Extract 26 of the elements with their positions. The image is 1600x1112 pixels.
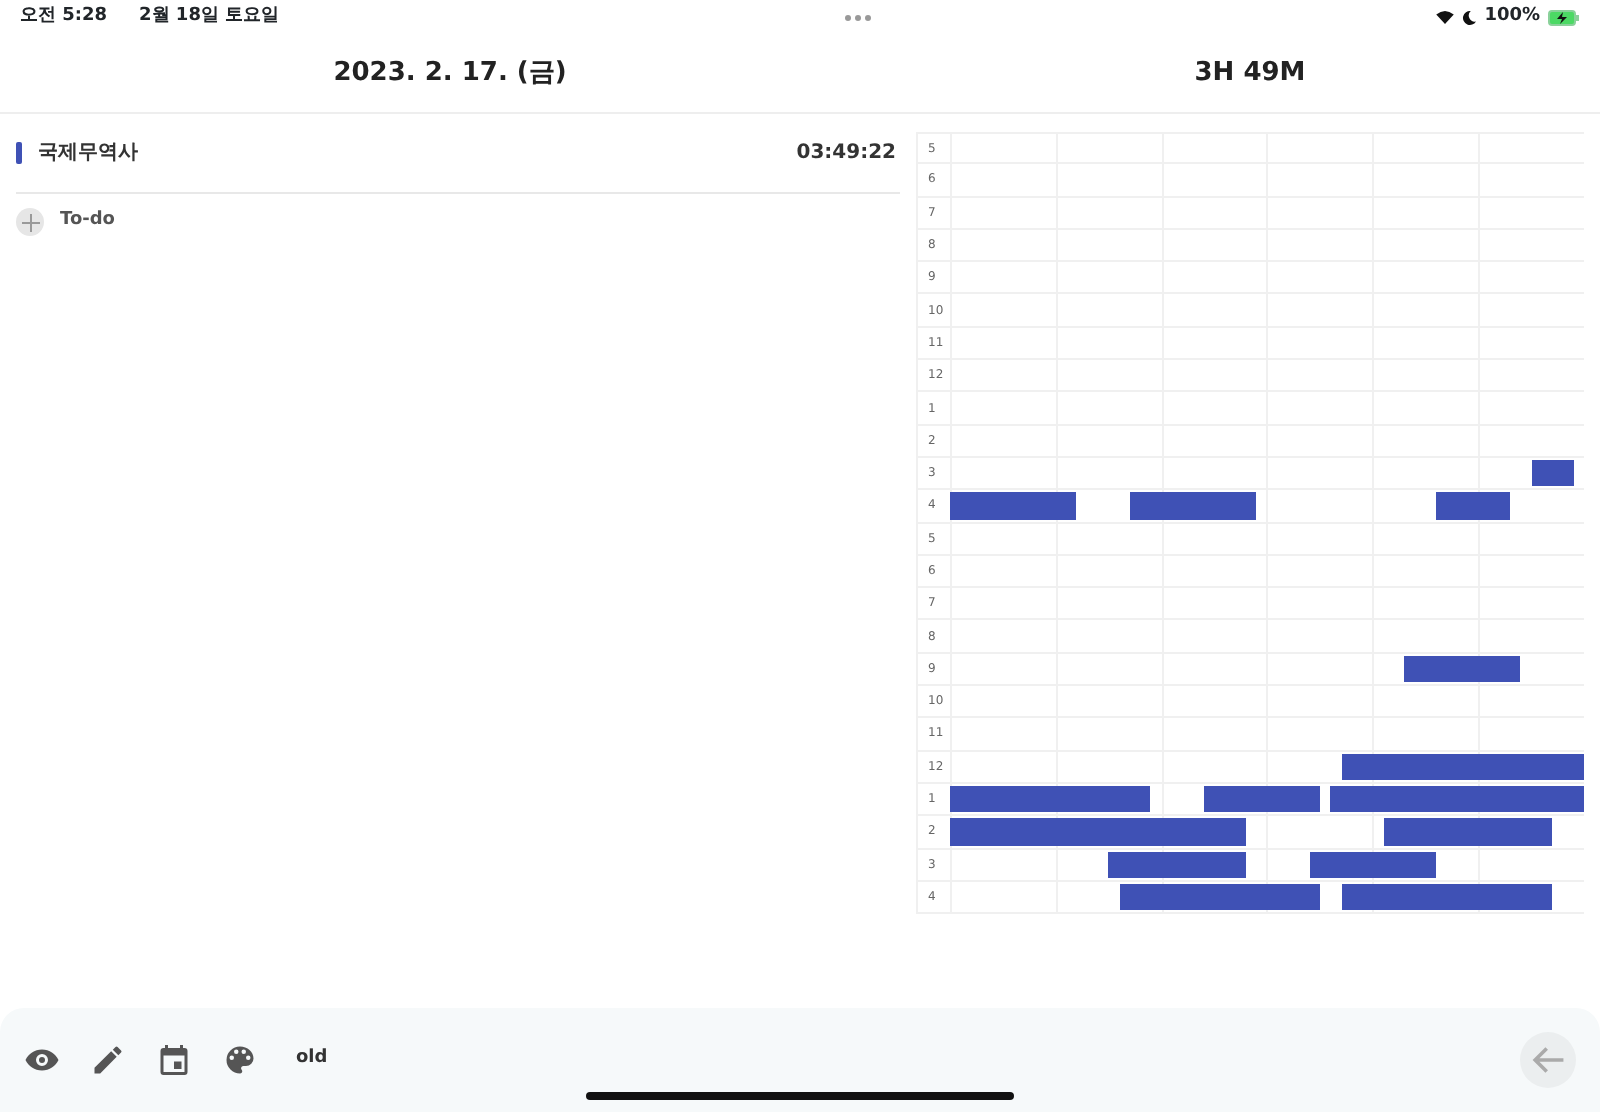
subject-row[interactable]: 국제무역사 03:49:22 [16,114,900,194]
multitask-dots-icon[interactable] [843,13,872,21]
wifi-icon [1436,10,1455,24]
study-block [1531,459,1574,487]
add-todo-link[interactable]: To-do [60,208,115,236]
add-icon[interactable] [16,208,44,236]
pencil-icon[interactable] [90,1042,126,1078]
study-block [1203,785,1320,813]
old-label: old [296,1046,330,1073]
status-date: 2월 18일 토요일 [139,3,280,30]
total-time: 3H 49M [1192,55,1308,92]
battery-percent: 100% [1484,3,1540,30]
moon-icon [1462,9,1477,25]
study-block [1435,492,1510,520]
subject-time: 03:49:22 [796,140,896,168]
date-title: 2023. 2. 17. (금) [331,55,569,92]
study-block [1404,655,1521,683]
study-block [950,492,1077,520]
status-time: 오전 5:28 [20,3,108,30]
study-block [1129,492,1257,520]
study-block [1309,851,1437,878]
palette-icon[interactable] [222,1042,258,1078]
subject-name: 국제무역사 [38,140,140,168]
calendar-icon[interactable] [156,1042,192,1078]
study-block [1108,851,1247,878]
back-arrow-icon [1530,1042,1566,1078]
